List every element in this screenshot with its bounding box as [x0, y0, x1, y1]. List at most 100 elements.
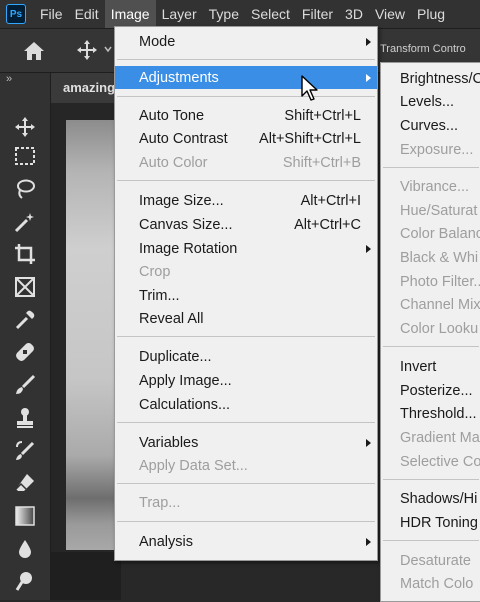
submenu-arrow-icon: [366, 537, 371, 546]
show-transform-controls-label[interactable]: Transform Contro: [380, 43, 466, 55]
menu-item-adjustments[interactable]: Adjustments: [115, 66, 377, 89]
submenu-item-levels[interactable]: Levels...: [381, 90, 480, 113]
submenu-arrow-icon: [366, 73, 371, 82]
chevron-down-icon[interactable]: [104, 45, 112, 53]
image-menu: Mode Adjustments Auto Tone Shift+Ctrl+L …: [114, 26, 378, 561]
menu-plugins[interactable]: Plug: [411, 0, 451, 28]
document-tab[interactable]: amazing: [51, 73, 121, 103]
clone-stamp-tool[interactable]: [13, 406, 37, 430]
submenu-item-invert[interactable]: Invert: [381, 355, 480, 378]
menu-3d[interactable]: 3D: [339, 0, 369, 28]
shortcut-label: Alt+Ctrl+C: [294, 216, 361, 233]
eraser-icon: [15, 474, 34, 491]
menu-file[interactable]: File: [34, 0, 69, 28]
frame-tool[interactable]: [13, 275, 37, 299]
menu-item-canvas-size[interactable]: Canvas Size... Alt+Ctrl+C: [115, 213, 377, 236]
menu-view[interactable]: View: [369, 0, 411, 28]
menu-separator: [117, 483, 375, 484]
dodge-tool[interactable]: [13, 569, 37, 593]
gradient-tool[interactable]: [13, 504, 37, 528]
marquee-tool[interactable]: [13, 144, 37, 168]
eraser-tool[interactable]: [13, 471, 37, 495]
home-icon[interactable]: [22, 40, 46, 62]
menu-item-mode[interactable]: Mode: [115, 30, 377, 53]
photoshop-logo-icon: Ps: [6, 4, 26, 24]
stamp-icon: [17, 408, 33, 428]
frame-icon: [15, 277, 35, 297]
menu-item-image-size[interactable]: Image Size... Alt+Ctrl+I: [115, 189, 377, 212]
rectangle-marquee-icon: [15, 147, 35, 165]
menu-separator: [117, 422, 375, 423]
lasso-icon: [17, 179, 35, 199]
menu-item-duplicate[interactable]: Duplicate...: [115, 345, 377, 368]
menu-item-reveal-all[interactable]: Reveal All: [115, 307, 377, 330]
menu-separator: [117, 96, 375, 97]
canvas-image[interactable]: [66, 120, 121, 550]
submenu-item-hdr-toning[interactable]: HDR Toning: [381, 511, 480, 534]
submenu-item-threshold[interactable]: Threshold...: [381, 402, 480, 425]
menu-item-analysis[interactable]: Analysis: [115, 530, 377, 553]
mouse-pointer-icon: [301, 75, 318, 101]
submenu-item-shadows-highlights[interactable]: Shadows/Hi: [381, 487, 480, 510]
menu-item-apply-data-set: Apply Data Set...: [139, 457, 248, 474]
menu-item-apply-image[interactable]: Apply Image...: [115, 369, 377, 392]
menu-separator: [117, 521, 375, 522]
healing-brush-tool[interactable]: [13, 340, 37, 364]
menu-filter[interactable]: Filter: [296, 0, 339, 28]
dodge-icon: [15, 572, 32, 591]
shortcut-label: Shift+Ctrl+L: [284, 107, 361, 124]
tools-panel: »: [0, 73, 51, 600]
submenu-item-match-color: Match Colo: [400, 575, 474, 592]
brush-tool[interactable]: [13, 373, 37, 397]
menu-bar: Ps File Edit Image Layer Type Select Fil…: [0, 0, 480, 29]
menu-edit[interactable]: Edit: [69, 0, 105, 28]
history-brush-tool[interactable]: [13, 439, 37, 463]
canvas-bottom-shadow: [51, 552, 121, 600]
crop-tool[interactable]: [13, 242, 37, 266]
eyedropper-tool[interactable]: [13, 308, 37, 332]
submenu-item-selective-color: Selective Co: [400, 453, 480, 470]
menu-item-auto-color: Auto Color Shift+Ctrl+B: [139, 154, 361, 171]
submenu-item-brightness-contrast[interactable]: Brightness/C: [381, 67, 480, 90]
adjustments-submenu: Brightness/C Levels... Curves... Exposur…: [380, 62, 480, 602]
shortcut-label: Alt+Shift+Ctrl+L: [259, 130, 361, 147]
menu-select[interactable]: Select: [245, 0, 296, 28]
submenu-item-curves[interactable]: Curves...: [381, 114, 480, 137]
menu-separator: [117, 59, 375, 60]
submenu-item-gradient-map: Gradient Ma: [400, 429, 480, 446]
submenu-arrow-icon: [366, 438, 371, 447]
blur-drop-icon: [19, 540, 31, 558]
menu-item-calculations[interactable]: Calculations...: [115, 393, 377, 416]
submenu-item-photo-filter: Photo Filter...: [400, 273, 480, 290]
move-tool-icon[interactable]: [76, 39, 98, 61]
menu-layer[interactable]: Layer: [156, 0, 203, 28]
menu-item-variables[interactable]: Variables: [115, 431, 377, 454]
eyedropper-icon: [15, 310, 35, 330]
magic-wand-icon: [14, 213, 34, 233]
menu-separator: [383, 167, 479, 168]
blur-tool[interactable]: [13, 537, 37, 561]
shortcut-label: Shift+Ctrl+B: [282, 154, 361, 171]
menu-item-crop: Crop: [139, 263, 171, 280]
submenu-item-posterize[interactable]: Posterize...: [381, 379, 480, 402]
collapse-panel-icon[interactable]: »: [6, 73, 12, 85]
submenu-item-color-balance: Color Balanc: [400, 225, 480, 242]
menu-item-auto-contrast[interactable]: Auto Contrast Alt+Shift+Ctrl+L: [115, 127, 377, 150]
menu-item-auto-tone[interactable]: Auto Tone Shift+Ctrl+L: [115, 104, 377, 127]
move-tool[interactable]: [13, 115, 37, 139]
submenu-item-exposure: Exposure...: [400, 141, 474, 158]
magic-wand-tool[interactable]: [13, 210, 37, 234]
menu-image[interactable]: Image: [104, 0, 156, 28]
submenu-item-desaturate: Desaturate: [400, 552, 471, 569]
menu-type[interactable]: Type: [203, 0, 245, 28]
submenu-arrow-icon: [366, 244, 371, 253]
move-icon: [15, 117, 35, 137]
lasso-tool[interactable]: [13, 177, 37, 201]
menu-item-image-rotation[interactable]: Image Rotation: [115, 237, 377, 260]
submenu-arrow-icon: [366, 37, 371, 46]
submenu-item-color-lookup: Color Looku: [400, 320, 479, 337]
menu-separator: [383, 346, 479, 347]
menu-separator: [383, 540, 479, 541]
submenu-item-vibrance: Vibrance...: [400, 178, 470, 195]
menu-item-trim[interactable]: Trim...: [115, 284, 377, 307]
